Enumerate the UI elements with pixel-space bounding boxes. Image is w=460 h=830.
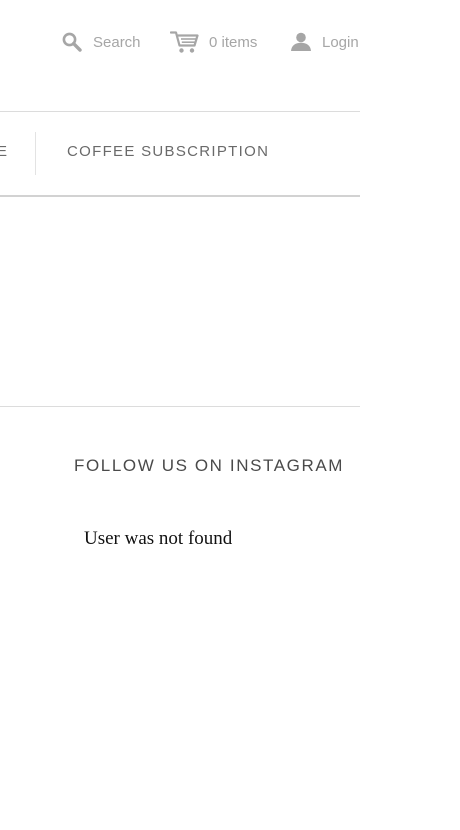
- user-icon: [290, 32, 312, 52]
- nav-item-coffee-subscription[interactable]: COFFEE SUBSCRIPTION: [67, 143, 269, 160]
- nav-item-cut-off[interactable]: E: [0, 143, 8, 160]
- instagram-heading: FOLLOW US ON INSTAGRAM: [74, 456, 345, 475]
- nav-bottom-divider: [0, 195, 360, 197]
- search-icon: [62, 32, 82, 52]
- nav-top-divider: [0, 111, 360, 112]
- cart-count-label: 0 items: [209, 33, 258, 51]
- search-label: Search: [93, 33, 141, 51]
- search-link[interactable]: Search: [62, 27, 141, 57]
- login-link[interactable]: Login: [290, 27, 359, 57]
- utility-bar: Search 0 items Login: [0, 27, 360, 57]
- cart-icon: [170, 30, 200, 54]
- cart-link[interactable]: 0 items: [170, 27, 257, 57]
- login-label: Login: [322, 33, 359, 51]
- nav-item-separator: [35, 132, 36, 175]
- footer-divider: [0, 406, 360, 407]
- instagram-error-message: User was not found: [84, 528, 233, 549]
